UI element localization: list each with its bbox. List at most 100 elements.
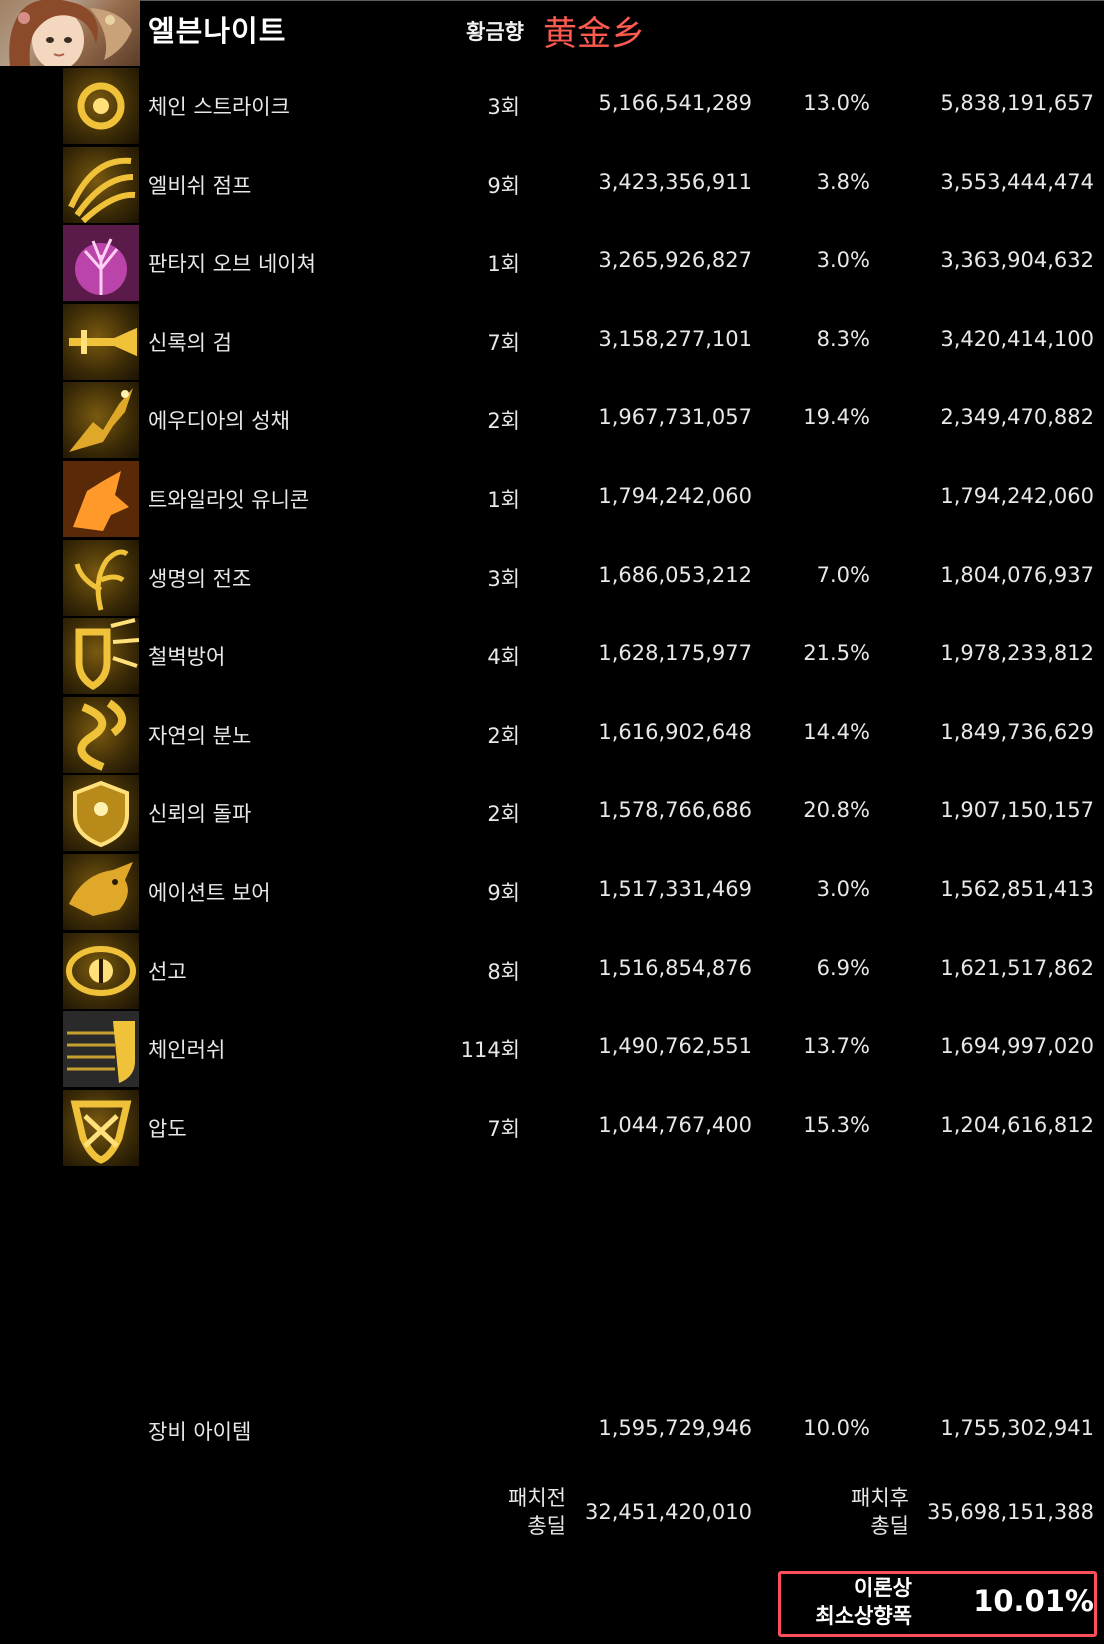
skill-row: 자연의 분노 2회 1,616,902,648 14.4% 1,849,736,629 [0, 696, 1104, 774]
skill-hit-count: 7회 [487, 1117, 520, 1141]
skill-total: 1,849,736,629 [940, 720, 1094, 744]
skill-name: 신록의 검 [148, 331, 232, 355]
skill-row: 엘비쉬 점프 9회 3,423,356,911 3.8% 3,553,444,474 [0, 146, 1104, 224]
skill-damage: 1,490,762,551 [598, 1034, 752, 1058]
skill-damage: 1,616,902,648 [598, 720, 752, 744]
skill-name: 선고 [148, 960, 187, 984]
skill-increase: 19.4% [803, 405, 870, 429]
trust-breakthrough-icon [63, 775, 139, 851]
equipment-increase: 10.0% [803, 1416, 870, 1440]
skill-row: 생명의 전조 3회 1,686,053,212 7.0% 1,804,076,937 [0, 539, 1104, 617]
skill-hit-count: 2회 [487, 724, 520, 748]
result-value: 10.01% [973, 1584, 1094, 1618]
fantasy-of-nature-icon [63, 225, 139, 301]
skill-damage: 1,628,175,977 [598, 641, 752, 665]
skill-name: 판타지 오브 네이쳐 [148, 252, 316, 276]
skill-row: 판타지 오브 네이쳐 1회 3,265,926,827 3.0% 3,363,904,6… [0, 224, 1104, 302]
skill-row: 체인 스트라이크 3회 5,166,541,289 13.0% 5,838,191,65… [0, 67, 1104, 145]
skill-damage: 1,516,854,876 [598, 956, 752, 980]
skill-total: 1,978,233,812 [940, 641, 1094, 665]
equipment-damage: 1,595,729,946 [598, 1416, 752, 1440]
ancient-boar-icon [63, 854, 139, 930]
skill-hit-count: 1회 [487, 488, 520, 512]
result-label-line2: 최소상향폭 [815, 1604, 912, 1628]
skill-damage: 3,423,356,911 [598, 170, 752, 194]
skill-name: 체인 스트라이크 [148, 95, 290, 119]
skill-name: 엘비쉬 점프 [148, 174, 252, 198]
skill-total: 1,804,076,937 [940, 563, 1094, 587]
skill-name: 에우디아의 성채 [148, 409, 290, 433]
skill-hit-count: 2회 [487, 802, 520, 826]
skill-hit-count: 2회 [487, 409, 520, 433]
iron-wall-icon [63, 618, 139, 694]
skill-row: 선고 8회 1,516,854,876 6.9% 1,621,517,862 [0, 932, 1104, 1010]
pre-patch-label: 패치전 총딜 [508, 1484, 566, 1540]
pre-patch-label-line1: 패치전 [508, 1486, 566, 1510]
twilight-unicorn-icon [63, 461, 139, 537]
overwhelm-icon [63, 1090, 139, 1166]
skill-total: 1,621,517,862 [940, 956, 1094, 980]
skill-name: 자연의 분노 [148, 724, 252, 748]
skill-increase: 20.8% [803, 798, 870, 822]
skill-total: 3,553,444,474 [940, 170, 1094, 194]
result-label: 이론상 최소상향폭 [815, 1574, 912, 1630]
skill-total: 1,907,150,157 [940, 798, 1094, 822]
skill-hit-count: 1회 [487, 252, 520, 276]
skill-increase: 7.0% [816, 563, 870, 587]
pre-patch-label-line2: 총딜 [527, 1514, 566, 1538]
skill-damage: 1,794,242,060 [598, 484, 752, 508]
character-name: 엘븐나이트 [148, 14, 287, 48]
character-portrait [0, 0, 140, 66]
skill-damage: 1,686,053,212 [598, 563, 752, 587]
skill-increase: 15.3% [803, 1113, 870, 1137]
skill-total: 3,363,904,632 [940, 248, 1094, 272]
sentence-icon [63, 933, 139, 1009]
skill-total: 3,420,414,100 [940, 327, 1094, 351]
nature-fury-icon [63, 697, 139, 773]
equipment-row: 장비 아이템 1,595,729,946 10.0% 1,755,302,941 [0, 1392, 1104, 1470]
skill-row: 압도 7회 1,044,767,400 15.3% 1,204,616,812 [0, 1089, 1104, 1167]
skill-damage: 1,967,731,057 [598, 405, 752, 429]
skill-damage: 3,158,277,101 [598, 327, 752, 351]
skill-increase: 3.8% [816, 170, 870, 194]
post-patch-label: 패치후 총딜 [851, 1484, 909, 1540]
skill-total: 5,838,191,657 [940, 91, 1094, 115]
chain-rush-icon [63, 1011, 139, 1087]
skill-increase: 3.0% [816, 877, 870, 901]
skill-total: 1,562,851,413 [940, 877, 1094, 901]
skill-increase: 13.7% [803, 1034, 870, 1058]
skill-increase: 14.4% [803, 720, 870, 744]
skill-increase: 21.5% [803, 641, 870, 665]
chain-strike-icon [63, 68, 139, 144]
equipment-name: 장비 아이템 [148, 1420, 252, 1444]
skill-row: 에우디아의 성채 2회 1,967,731,057 19.4% 2,349,470,88… [0, 381, 1104, 459]
top-divider [0, 0, 1104, 1]
post-patch-label-line2: 총딜 [870, 1514, 909, 1538]
skill-row: 신록의 검 7회 3,158,277,101 8.3% 3,420,414,100 [0, 303, 1104, 381]
skill-damage: 1,578,766,686 [598, 798, 752, 822]
skill-row: 철벽방어 4회 1,628,175,977 21.5% 1,978,233,812 [0, 617, 1104, 695]
skill-name: 생명의 전조 [148, 567, 252, 591]
skill-total: 1,694,997,020 [940, 1034, 1094, 1058]
skill-row: 에이션트 보어 9회 1,517,331,469 3.0% 1,562,851,413 [0, 853, 1104, 931]
equipment-total: 1,755,302,941 [940, 1416, 1094, 1440]
skill-name: 철벽방어 [148, 645, 226, 669]
omen-of-life-icon [63, 540, 139, 616]
post-patch-total: 35,698,151,388 [927, 1500, 1094, 1524]
skill-increase: 13.0% [803, 91, 870, 115]
skill-hit-count: 3회 [487, 567, 520, 591]
skill-total: 1,794,242,060 [940, 484, 1094, 508]
eudia-fortress-icon [63, 382, 139, 458]
verdant-sword-icon [63, 304, 139, 380]
skill-damage: 5,166,541,289 [598, 91, 752, 115]
skill-increase: 3.0% [816, 248, 870, 272]
skill-name: 압도 [148, 1117, 187, 1141]
skill-total: 2,349,470,882 [940, 405, 1094, 429]
skill-name: 트와일라잇 유니콘 [148, 488, 310, 512]
skill-damage: 1,044,767,400 [598, 1113, 752, 1137]
skill-hit-count: 8회 [487, 960, 520, 984]
skill-name: 체인러쉬 [148, 1038, 226, 1062]
skill-increase: 8.3% [816, 327, 870, 351]
pre-patch-total: 32,451,420,010 [585, 1500, 752, 1524]
skill-row: 체인러쉬 114회 1,490,762,551 13.7% 1,694,997,020 [0, 1010, 1104, 1088]
